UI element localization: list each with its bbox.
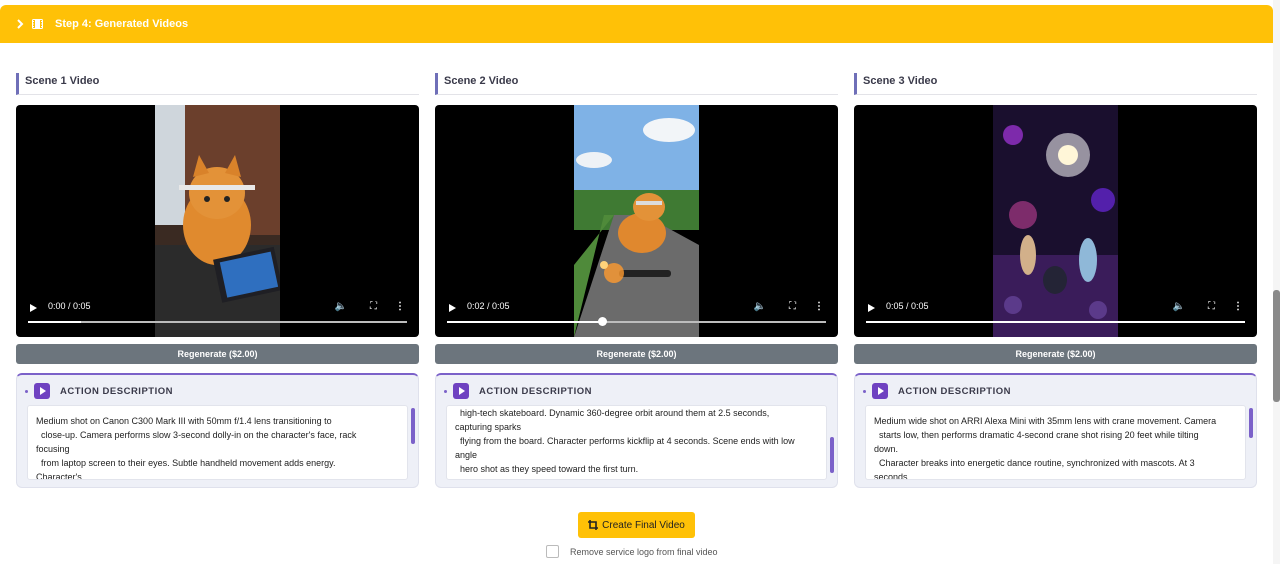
scene-1: Scene 1 Video 0:00 / 0:05 🔈 ⛶ ⋮ Regenera… [16,73,419,488]
step-title: Step 4: Generated Videos [55,18,189,30]
play-square-icon [453,383,469,399]
play-square-icon [872,383,888,399]
volume-icon[interactable]: 🔈 [335,301,347,312]
video-player[interactable]: 0:05 / 0:05 🔈 ⛶ ⋮ [854,105,1257,337]
action-description-panel: ACTION DESCRIPTION high-tech skateboard.… [435,373,838,488]
action-description-panel: ACTION DESCRIPTION Medium wide shot on A… [854,373,1257,488]
video-time: 0:00 / 0:05 [48,301,91,311]
video-player[interactable]: 0:02 / 0:05 🔈 ⛶ ⋮ [435,105,838,337]
action-description-text[interactable]: Medium wide shot on ARRI Alexa Mini with… [865,405,1246,480]
play-icon[interactable] [449,304,456,312]
create-final-video-button[interactable]: Create Final Video [578,512,695,538]
action-description-text[interactable]: high-tech skateboard. Dynamic 360-degree… [446,405,827,480]
progress-track[interactable] [447,317,826,326]
video-time: 0:05 / 0:05 [886,301,929,311]
bullet-dot [863,389,866,393]
create-final-video-label: Create Final Video [602,519,685,531]
play-square-icon [34,383,50,399]
progress-track[interactable] [28,321,407,323]
more-options-icon[interactable]: ⋮ [814,301,824,312]
page-scrollbar[interactable] [1273,0,1280,564]
description-scrollbar[interactable] [1249,408,1253,438]
action-description-text[interactable]: Medium shot on Canon C300 Mark III with … [27,405,408,480]
progress-fill [447,321,603,323]
volume-icon[interactable]: 🔈 [754,301,766,312]
regenerate-button[interactable]: Regenerate ($2.00) [435,344,838,364]
remove-logo-label: Remove service logo from final video [570,546,718,557]
scene-title: Scene 1 Video [16,73,419,95]
video-time: 0:02 / 0:05 [467,301,510,311]
page-scrollbar-thumb[interactable] [1273,290,1280,402]
step-header[interactable]: Step 4: Generated Videos [0,5,1273,43]
action-title: ACTION DESCRIPTION [60,385,173,397]
video-player[interactable]: 0:00 / 0:05 🔈 ⛶ ⋮ [16,105,419,337]
more-options-icon[interactable]: ⋮ [395,301,405,312]
play-icon[interactable] [868,304,875,312]
action-title: ACTION DESCRIPTION [479,385,592,397]
more-options-icon[interactable]: ⋮ [1233,301,1243,312]
crop-icon [588,520,599,530]
progress-fill [866,321,1245,323]
bullet-dot [444,389,447,393]
video-controls: 0:05 / 0:05 🔈 ⛶ ⋮ [854,297,1257,337]
action-description-panel: ACTION DESCRIPTION Medium shot on Canon … [16,373,419,488]
regenerate-button[interactable]: Regenerate ($2.00) [854,344,1257,364]
regenerate-button[interactable]: Regenerate ($2.00) [16,344,419,364]
action-title: ACTION DESCRIPTION [898,385,1011,397]
fullscreen-icon[interactable]: ⛶ [370,301,377,312]
video-controls: 0:00 / 0:05 🔈 ⛶ ⋮ [16,297,419,337]
scene-3: Scene 3 Video 0:05 / 0:05 🔈 ⛶ ⋮ Regenera… [854,73,1257,488]
scene-title: Scene 2 Video [435,73,838,95]
progress-fill [28,321,82,323]
remove-logo-checkbox[interactable] [546,545,559,558]
chevron-right-icon[interactable] [16,19,30,29]
description-scrollbar[interactable] [830,437,834,473]
bullet-dot [25,389,28,393]
film-icon [32,19,43,29]
scene-2: Scene 2 Video 0:02 / 0:05 🔈 ⛶ ⋮ Regenera… [435,73,838,488]
scene-title: Scene 3 Video [854,73,1257,95]
progress-knob[interactable] [598,317,608,326]
remove-logo-option[interactable]: Remove service logo from final video [546,545,718,558]
description-scrollbar[interactable] [411,408,415,444]
progress-track[interactable] [866,321,1245,323]
video-controls: 0:02 / 0:05 🔈 ⛶ ⋮ [435,297,838,337]
fullscreen-icon[interactable]: ⛶ [1208,301,1215,312]
fullscreen-icon[interactable]: ⛶ [789,301,796,312]
play-icon[interactable] [30,304,37,312]
volume-icon[interactable]: 🔈 [1173,301,1185,312]
